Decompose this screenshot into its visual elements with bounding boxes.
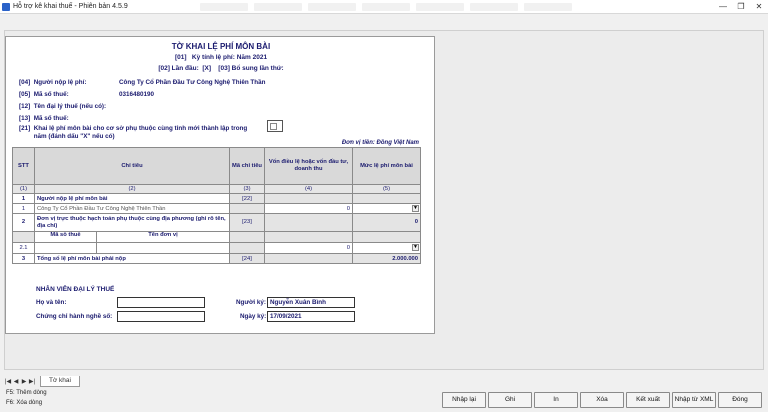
signer-input[interactable]: Nguyễn Xuân Bình — [267, 297, 355, 308]
declaration-type-line: [02] Lần đầu: [X] [03] Bổ sung lần thứ: — [158, 65, 284, 72]
sign-date-input[interactable]: 17/09/2021 — [267, 311, 355, 322]
tab-declaration[interactable]: Tờ khai — [40, 376, 80, 387]
branch-checkbox[interactable] — [267, 120, 283, 132]
export-button[interactable]: Kết xuất — [626, 392, 670, 408]
agent-name-input[interactable] — [117, 297, 205, 308]
window-title: Hỗ trợ kê khai thuế - Phiên bản 4.5.9 — [13, 3, 128, 10]
subheader-1: (1) — [12, 184, 35, 194]
branch-label: [21] Khai lệ phí môn bài cho cơ sở phụ t… — [19, 125, 248, 141]
first-sheet-icon[interactable]: |◀ — [4, 378, 12, 385]
maximize-button[interactable]: ❐ — [732, 0, 750, 13]
table-row: 1 Công Ty Cổ Phần Đầu Tư Công Nghệ Thiên… — [12, 203, 421, 214]
branch-unit-name-header: Tên đơn vị — [148, 232, 178, 239]
hint-delete-row: F6: Xóa dòng — [6, 400, 43, 406]
app-icon — [2, 2, 10, 11]
chevron-down-icon[interactable]: ▼ — [412, 205, 419, 212]
last-sheet-icon[interactable]: ▶| — [28, 378, 36, 385]
delete-button[interactable]: Xóa — [580, 392, 624, 408]
agent-name-field-label: Họ và tên: — [36, 299, 67, 306]
table-row: 2.1 0 ▼ — [12, 242, 421, 254]
agent-tax-id-label: [13] Mã số thuế: — [19, 115, 69, 122]
close-form-button[interactable]: Đóng — [718, 392, 762, 408]
currency-unit: Đơn vị tiền: Đồng Việt Nam — [341, 140, 419, 146]
branch-tax-code-header: Mã số thuế — [36, 232, 97, 242]
chevron-down-icon[interactable]: ▼ — [412, 244, 419, 251]
table-row: 2 Đơn vị trực thuộc hạch toán phụ thuộc … — [12, 213, 421, 232]
prev-sheet-icon[interactable]: ◀ — [12, 378, 20, 385]
header-capital: Vốn điều lệ hoặc vốn đầu tư, doanh thu — [264, 147, 353, 185]
period-line: [01] Kỳ tính lệ phí: Năm 2021 — [174, 54, 268, 61]
fee-select-2[interactable]: ▼ — [352, 242, 421, 254]
header-fee: Mức lệ phí môn bài — [352, 147, 421, 185]
reset-button[interactable]: Nhập lại — [442, 392, 486, 408]
close-button[interactable]: ✕ — [750, 0, 768, 13]
capital-input-2[interactable]: 0 — [264, 242, 353, 254]
table-row: Mã số thuế Tên đơn vị — [12, 231, 421, 243]
agent-section-title: NHÂN VIÊN ĐẠI LÝ THUẾ — [36, 286, 115, 293]
print-button[interactable]: In — [534, 392, 578, 408]
header-stt: STT — [12, 147, 35, 185]
table-row: 3 Tổng số lệ phí môn bài phải nộp [24] 2… — [12, 253, 421, 264]
subheader-2: (2) — [34, 184, 230, 194]
header-code: Mã chỉ tiêu — [229, 147, 265, 185]
capital-input-1[interactable]: 0 — [264, 203, 353, 214]
signer-label: Người ký: — [236, 299, 267, 306]
table-row: 1 Người nộp lệ phí môn bài [22] — [12, 193, 421, 204]
payer-label: [04] Người nộp lệ phí: — [19, 79, 87, 86]
fee-select-1[interactable]: ▼ — [352, 203, 421, 214]
branch-unit-name-input[interactable] — [97, 244, 229, 253]
first-time-mark[interactable]: [X] — [202, 65, 211, 72]
background-tabs — [200, 3, 572, 11]
payer-name: Công Ty Cổ Phần Đầu Tư Công Nghệ Thiên T… — [119, 79, 266, 86]
form-title: TỜ KHAI LỆ PHÍ MÔN BÀI — [171, 42, 271, 51]
fee-table: STT Chỉ tiêu Mã chỉ tiêu Vốn điều lệ hoặ… — [12, 147, 421, 264]
save-button[interactable]: Ghi — [488, 392, 532, 408]
total-fee: 2.000.000 — [352, 253, 421, 264]
agent-name-label: [12] Tên đại lý thuế (nếu có): — [19, 103, 107, 110]
sign-date-label: Ngày ký: — [240, 313, 267, 320]
branch-tax-code-input[interactable] — [36, 243, 97, 253]
tax-id-value: 0316480190 — [119, 91, 155, 98]
tax-id-label: [05] Mã số thuế: — [19, 91, 69, 98]
cert-label: Chứng chỉ hành nghề số: — [36, 313, 113, 320]
cert-input[interactable] — [117, 311, 205, 322]
sheet-tab-bar: |◀ ◀ ▶ ▶| Tờ khai — [4, 376, 764, 387]
subheader-5: (5) — [352, 184, 421, 194]
hint-add-row: F5: Thêm dòng — [6, 390, 47, 396]
subheader-4: (4) — [264, 184, 353, 194]
next-sheet-icon[interactable]: ▶ — [20, 378, 28, 385]
title-bar: Hỗ trợ kê khai thuế - Phiên bản 4.5.9 — … — [0, 0, 768, 14]
import-xml-button[interactable]: Nhập từ XML — [672, 392, 716, 408]
subheader-3: (3) — [229, 184, 265, 194]
header-indicator: Chỉ tiêu — [34, 147, 230, 185]
minimize-button[interactable]: — — [714, 0, 732, 13]
